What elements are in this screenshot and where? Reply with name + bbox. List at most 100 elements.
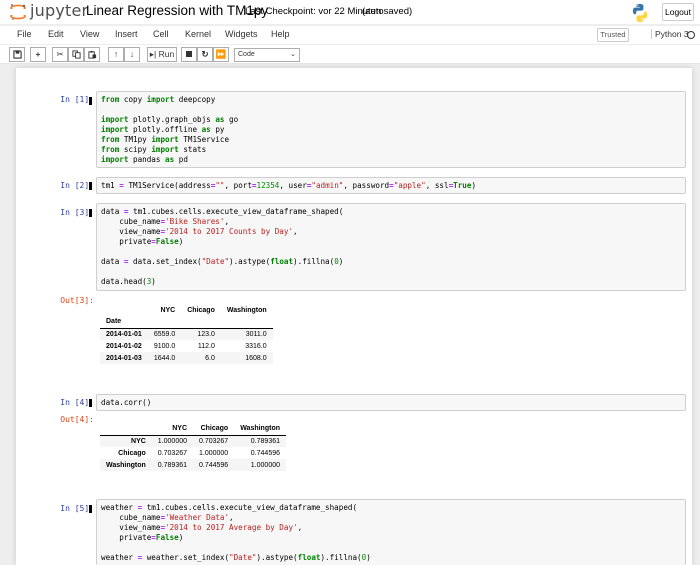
cell-prompt: In [5]: <box>60 504 94 513</box>
code-cell-4[interactable]: data.corr() <box>96 394 686 411</box>
table-row: 2014-01-02 9100.0 112.0 3316.0 <box>100 340 273 352</box>
table-cell: 0.744596 <box>250 449 280 457</box>
cell-marker <box>89 182 92 190</box>
menu-view[interactable]: View <box>80 29 99 39</box>
table-cell: 0.703267 <box>157 449 187 457</box>
output-prompt: Out[4]: <box>60 415 94 424</box>
notebook-title[interactable]: Linear Regression with TM1py <box>86 3 268 18</box>
cell-prompt: In [1]: <box>60 95 94 104</box>
table-cell: 1.000000 <box>157 437 187 445</box>
menu-cell[interactable]: Cell <box>153 29 169 39</box>
menu-widgets[interactable]: Widgets <box>225 29 258 39</box>
column-header: Chicago <box>193 423 235 436</box>
copy-button[interactable] <box>68 47 84 62</box>
logout-button[interactable]: Logout <box>662 3 694 21</box>
save-button[interactable] <box>9 47 25 62</box>
cut-button[interactable]: ✂ <box>52 47 68 62</box>
insert-cell-button[interactable]: + <box>30 47 46 62</box>
toolbar <box>0 45 700 64</box>
table-cell: 1.000000 <box>250 461 280 469</box>
cell-marker <box>89 209 92 217</box>
row-index: 2014-01-01 <box>106 330 142 338</box>
kernel-status-icon <box>687 31 695 39</box>
logo-text: jupyter <box>30 1 89 20</box>
run-button[interactable]: ▸| Run <box>147 47 177 62</box>
cell-marker <box>89 97 92 105</box>
row-index: Washington <box>106 461 146 469</box>
table-cell: 6.0 <box>205 354 215 362</box>
menu-edit[interactable]: Edit <box>48 29 64 39</box>
index-header <box>100 304 148 316</box>
python-logo-icon <box>632 4 648 22</box>
checkpoint-status: Last Checkpoint: vor 22 Minuten <box>245 6 382 17</box>
column-header: NYC <box>151 423 193 436</box>
menubar: File Edit View Insert Cell Kernel Widget… <box>0 26 700 44</box>
arrow-up-icon: ↑ <box>113 49 119 59</box>
header: jupyter Linear Regression with TM1py Las… <box>0 0 700 24</box>
dataframe-correlation: NYC Chicago Washington NYC 1.000000 0.70… <box>100 423 286 471</box>
arrow-down-icon: ↓ <box>129 49 135 59</box>
output-prompt: Out[3]: <box>60 296 94 305</box>
cell-marker <box>89 399 92 407</box>
code-text: weather = tm1.cubes.cells.execute_view_d… <box>101 503 371 562</box>
table-row: Chicago 0.703267 1.000000 0.744596 <box>100 447 286 459</box>
column-header: Washington <box>226 306 267 314</box>
menu-kernel[interactable]: Kernel <box>185 29 211 39</box>
row-index: Chicago <box>118 449 146 457</box>
copy-icon <box>71 50 81 59</box>
table-row: 2014-01-01 6559.0 123.0 3011.0 <box>100 328 273 340</box>
cell-type-select[interactable]: Code ⌄ <box>234 48 300 62</box>
stop-icon <box>186 51 192 57</box>
table-cell: 0.789361 <box>157 461 187 469</box>
table-row: Washington 0.789361 0.744596 1.000000 <box>100 459 286 471</box>
dataframe-bike-shares: NYC Chicago Washington Date 2014-01-01 6… <box>100 304 273 364</box>
interrupt-button[interactable] <box>181 47 197 62</box>
cell-prompt: In [2]: <box>60 181 94 190</box>
kernel-name[interactable]: Python 3 <box>651 29 689 39</box>
menu-help[interactable]: Help <box>271 29 290 39</box>
table-cell: 112.0 <box>197 342 215 350</box>
table-cell: 1644.0 <box>153 354 176 362</box>
move-down-button[interactable]: ↓ <box>124 47 140 62</box>
chevron-down-icon: ⌄ <box>290 51 296 58</box>
column-header: Chicago <box>187 306 215 314</box>
table-row: NYC 1.000000 0.703267 0.789361 <box>100 435 286 447</box>
scissors-icon: ✂ <box>56 49 64 59</box>
table-cell: 3316.0 <box>245 342 267 350</box>
code-cell-5[interactable]: weather = tm1.cubes.cells.execute_view_d… <box>96 499 686 565</box>
table-cell: 0.744596 <box>199 461 229 469</box>
restart-run-all-button[interactable]: ⏩ <box>213 47 229 62</box>
row-index: 2014-01-03 <box>106 354 142 362</box>
trusted-indicator[interactable]: Trusted <box>597 28 629 42</box>
step-forward-icon: ▸| <box>149 49 157 59</box>
code-text: data = tm1.cubes.cells.execute_view_data… <box>101 207 344 286</box>
paste-button[interactable] <box>84 47 100 62</box>
cell-marker <box>89 505 92 513</box>
table-cell: 0.703267 <box>199 437 229 445</box>
table-cell: 3011.0 <box>245 330 267 338</box>
code-cell-2[interactable]: tm1 = TM1Service(address="", port=12354,… <box>96 177 686 194</box>
autosave-status: (autosaved) <box>362 6 413 17</box>
table-row: 2014-01-03 1644.0 6.0 1608.0 <box>100 352 273 364</box>
save-icon <box>12 50 22 59</box>
code-cell-3[interactable]: data = tm1.cubes.cells.execute_view_data… <box>96 203 686 291</box>
row-index: NYC <box>131 437 146 445</box>
code-cell-1[interactable]: from copy import deepcopy import plotly.… <box>96 91 686 168</box>
code-text: from copy import deepcopy import plotly.… <box>101 95 239 164</box>
menu-file[interactable]: File <box>17 29 32 39</box>
cell-type-value: Code <box>238 51 255 58</box>
notebook-container: In [1]: from copy import deepcopy import… <box>16 68 692 565</box>
jupyter-logo-icon <box>10 4 26 20</box>
index-header <box>100 423 152 436</box>
table-cell: 0.789361 <box>250 437 280 445</box>
restart-button[interactable]: ↻ <box>197 47 213 62</box>
code-text: data.corr() <box>101 398 152 407</box>
index-name: Date <box>100 316 148 329</box>
table-cell: 9100.0 <box>153 342 176 350</box>
code-text: tm1 = TM1Service(address="", port=12354,… <box>101 181 477 190</box>
plus-icon: + <box>35 49 41 59</box>
table-cell: 6559.0 <box>153 330 176 338</box>
move-up-button[interactable]: ↑ <box>108 47 124 62</box>
menu-insert[interactable]: Insert <box>115 29 138 39</box>
table-cell: 1.000000 <box>199 449 229 457</box>
